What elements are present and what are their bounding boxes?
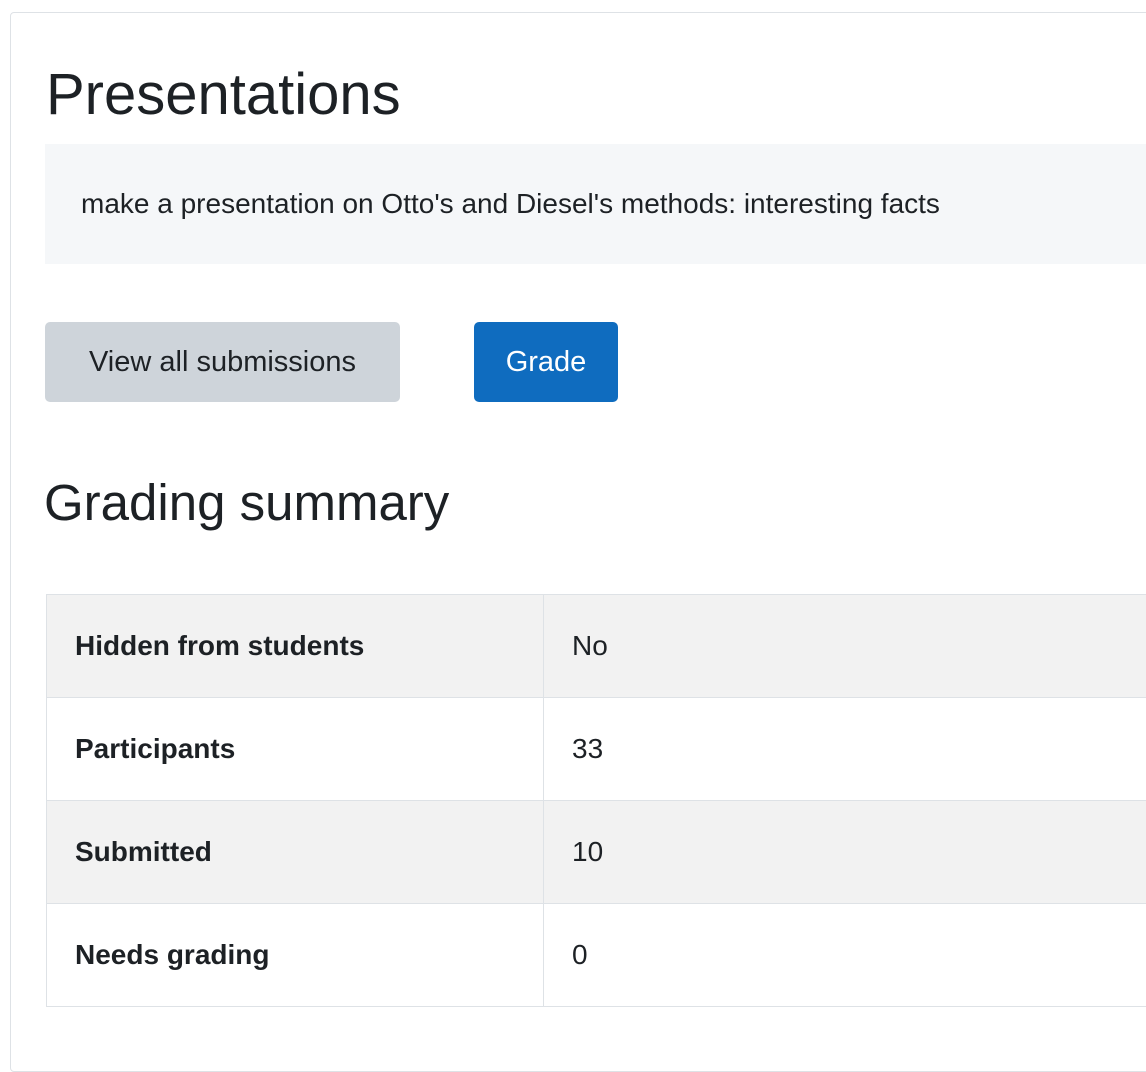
table-row: Needs grading 0 (47, 904, 1146, 1007)
grade-button[interactable]: Grade (474, 322, 618, 402)
row-value-hidden: No (544, 595, 1146, 698)
row-label-participants: Participants (47, 698, 544, 801)
row-label-hidden: Hidden from students (47, 595, 544, 698)
row-value-participants: 33 (544, 698, 1146, 801)
description-text: make a presentation on Otto's and Diesel… (81, 188, 940, 220)
table-row: Participants 33 (47, 698, 1146, 801)
view-all-submissions-button[interactable]: View all submissions (45, 322, 400, 402)
grading-summary-table: Hidden from students No Participants 33 … (46, 594, 1146, 1007)
table-row: Hidden from students No (47, 595, 1146, 698)
page-title: Presentations (46, 60, 401, 130)
grading-summary-title: Grading summary (44, 472, 449, 533)
activity-description: make a presentation on Otto's and Diesel… (45, 144, 1146, 264)
table-row: Submitted 10 (47, 801, 1146, 904)
row-label-submitted: Submitted (47, 801, 544, 904)
row-value-submitted: 10 (544, 801, 1146, 904)
row-value-needs-grading: 0 (544, 904, 1146, 1007)
row-label-needs-grading: Needs grading (47, 904, 544, 1007)
